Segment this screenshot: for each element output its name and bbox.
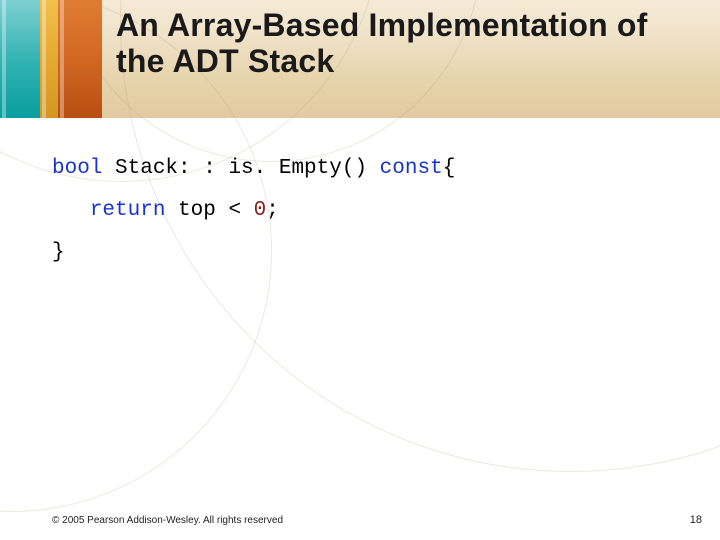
code-text: Stack: : is. Empty() xyxy=(102,157,379,180)
accent-bar-teal xyxy=(0,0,40,118)
code-text: { xyxy=(443,157,456,180)
keyword-bool: bool xyxy=(52,157,102,180)
copyright-text: © 2005 Pearson Addison-Wesley. All right… xyxy=(52,515,283,526)
code-text: ; xyxy=(266,199,279,222)
code-block: bool Stack: : is. Empty() const{ return … xyxy=(52,148,672,274)
accent-bar-brick xyxy=(58,0,102,118)
page-number: 18 xyxy=(690,514,702,526)
keyword-return: return xyxy=(90,199,166,222)
code-text: } xyxy=(52,241,65,264)
keyword-const: const xyxy=(380,157,443,180)
code-indent xyxy=(52,199,90,222)
title-banner: An Array-Based Implementation of the ADT… xyxy=(0,0,720,118)
page-title: An Array-Based Implementation of the ADT… xyxy=(116,8,696,80)
literal-zero: 0 xyxy=(254,199,267,222)
code-text: top < xyxy=(165,199,253,222)
accent-bar-gold xyxy=(40,0,58,118)
